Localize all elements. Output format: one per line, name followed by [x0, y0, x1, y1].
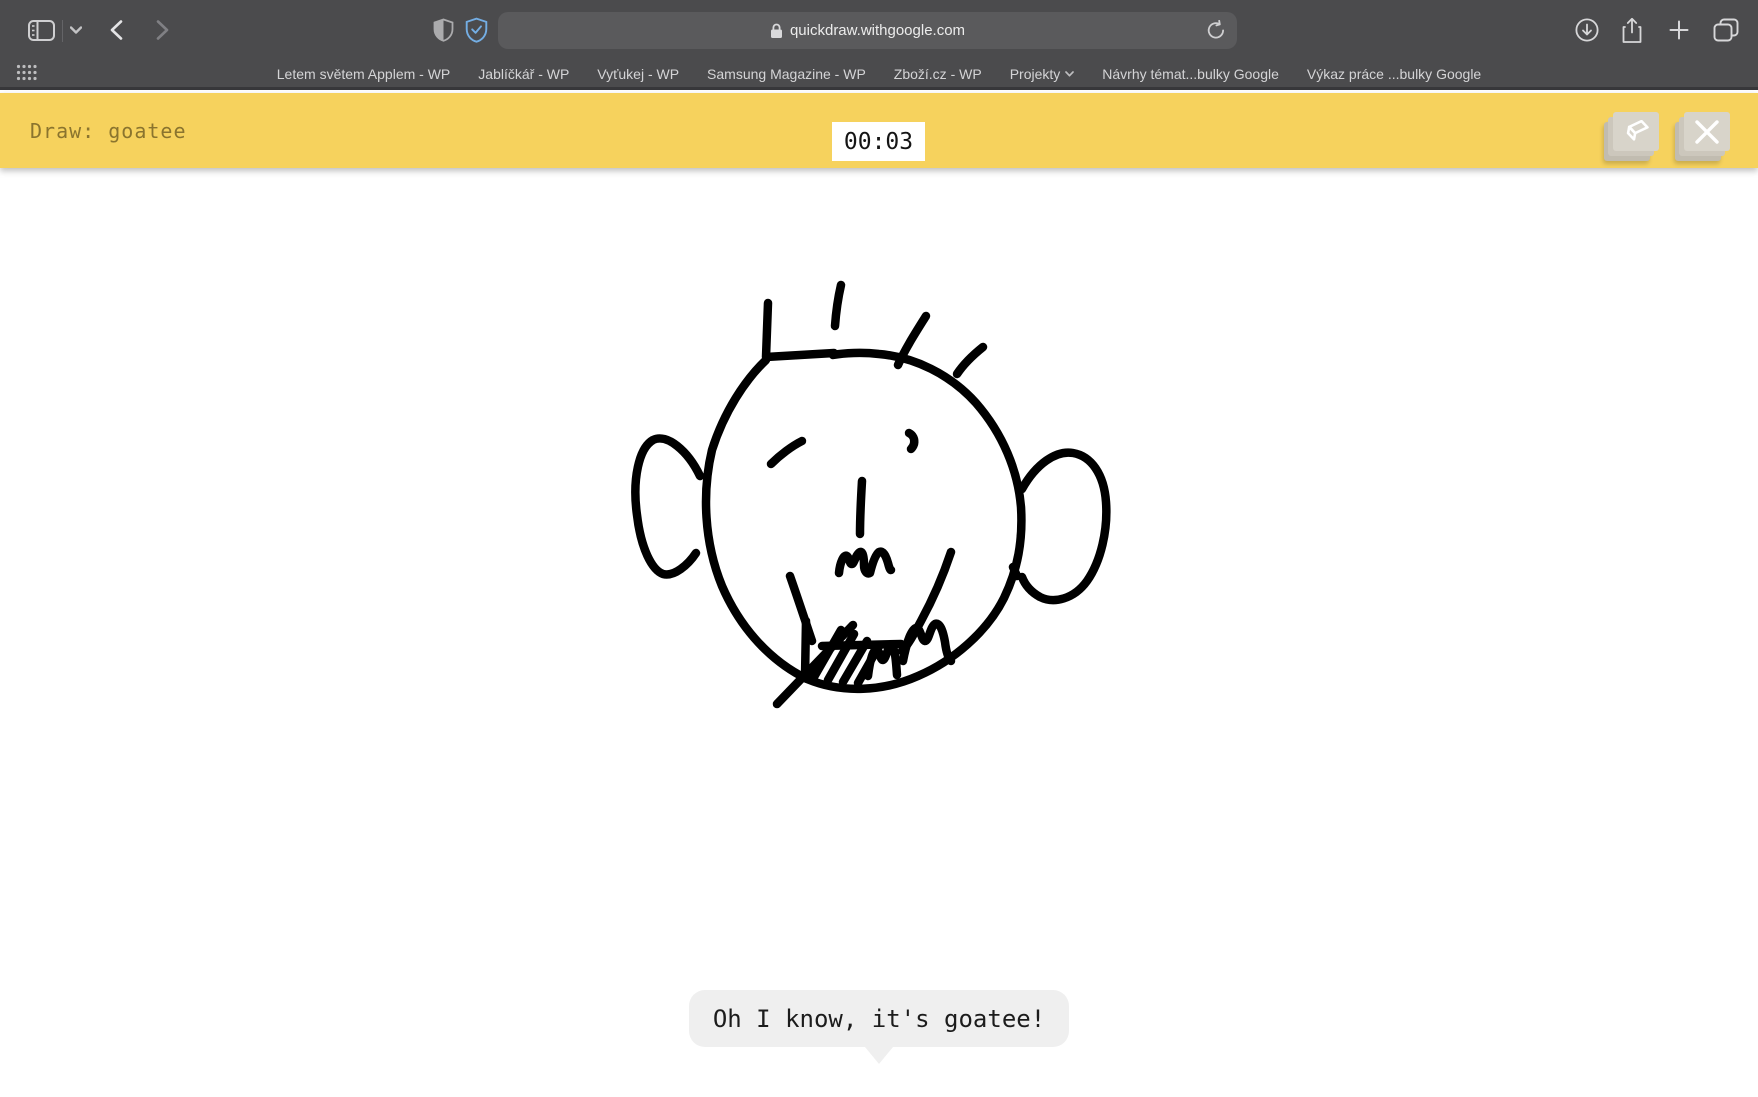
- close-key-button[interactable]: [1684, 112, 1730, 151]
- bookmark-letem-svetem-applem[interactable]: Letem světem Applem - WP: [277, 66, 451, 82]
- countdown-timer: 00:03: [832, 122, 925, 161]
- reload-icon: [1207, 20, 1224, 39]
- toolbar-divider: [62, 20, 63, 42]
- grid-icon: [16, 64, 37, 81]
- chevron-down-icon: [1065, 70, 1075, 77]
- bookmark-label: Vyťukej - WP: [597, 65, 680, 82]
- new-tab-button[interactable]: [1664, 0, 1694, 60]
- speech-bubble-tail: [865, 1047, 893, 1064]
- lock-icon: [770, 23, 782, 38]
- draw-prompt: Draw: goatee: [30, 118, 187, 143]
- tabs-icon: [1713, 18, 1739, 42]
- bookmark-label: Letem světem Applem - WP: [276, 65, 451, 82]
- bookmark-label: Projekty: [1009, 65, 1061, 82]
- bookmark-jablickar[interactable]: Jablíčkář - WP: [478, 66, 569, 82]
- shield-check-icon: [465, 17, 487, 43]
- bookmark-label: Návrhy témat...bulky Google: [1102, 65, 1279, 82]
- forward-arrow-icon: [156, 20, 168, 40]
- forward-button[interactable]: [146, 0, 178, 60]
- share-icon: [1622, 17, 1642, 43]
- bookmark-label: Jablíčkář - WP: [478, 65, 570, 82]
- bookmark-vykaz-prace[interactable]: Výkaz práce ...bulky Google: [1307, 66, 1481, 82]
- shield-half-icon: [433, 18, 453, 42]
- browser-toolbar: quickdraw.withgoogle.com: [0, 0, 1758, 60]
- quickdraw-header: Draw: goatee 00:03: [0, 93, 1758, 168]
- bookmark-label: Zboží.cz - WP: [893, 65, 982, 82]
- bookmark-vytukej[interactable]: Vyťukej - WP: [597, 66, 679, 82]
- sidebar-icon: [27, 19, 55, 41]
- reload-button[interactable]: [1206, 20, 1226, 41]
- guess-text: Oh I know, it's goatee!: [712, 1004, 1046, 1033]
- back-button[interactable]: [100, 0, 132, 60]
- eraser-icon: [1626, 119, 1649, 141]
- browser-chrome: quickdraw.withgoogle.com Letem světem Ap…: [0, 0, 1758, 90]
- plus-icon: [1669, 20, 1689, 40]
- drawing-canvas[interactable]: [600, 250, 1160, 730]
- sidebar-toggle-button[interactable]: [24, 0, 58, 60]
- bookmark-samsung-magazine[interactable]: Samsung Magazine - WP: [707, 66, 866, 82]
- adblock-extension-button[interactable]: [460, 0, 492, 60]
- chevron-down-icon: [70, 26, 82, 34]
- tab-overview-button[interactable]: [1709, 0, 1743, 60]
- bookmark-zbozi-cz[interactable]: Zboží.cz - WP: [894, 66, 982, 82]
- bookmark-navrhy-temat[interactable]: Návrhy témat...bulky Google: [1102, 66, 1279, 82]
- sidebar-menu-button[interactable]: [66, 0, 86, 60]
- downloads-button[interactable]: [1572, 0, 1602, 60]
- bookmark-label: Samsung Magazine - WP: [707, 65, 866, 82]
- address-bar-url: quickdraw.withgoogle.com: [789, 22, 966, 39]
- download-icon: [1575, 18, 1599, 42]
- favorites-grid-button[interactable]: [16, 64, 38, 81]
- back-arrow-icon: [110, 20, 122, 40]
- bookmark-label: Výkaz práce ...bulky Google: [1306, 65, 1482, 82]
- share-button[interactable]: [1617, 0, 1647, 60]
- bookmarks-bar: Letem světem Applem - WP Jablíčkář - WP …: [0, 60, 1758, 87]
- guess-speech-bubble: Oh I know, it's goatee!: [689, 990, 1069, 1064]
- address-bar[interactable]: quickdraw.withgoogle.com: [498, 12, 1237, 49]
- eraser-key-button[interactable]: [1613, 112, 1659, 151]
- bookmark-folder-projekty[interactable]: Projekty: [1010, 66, 1075, 82]
- privacy-report-button[interactable]: [428, 0, 458, 60]
- close-icon: [1695, 119, 1719, 144]
